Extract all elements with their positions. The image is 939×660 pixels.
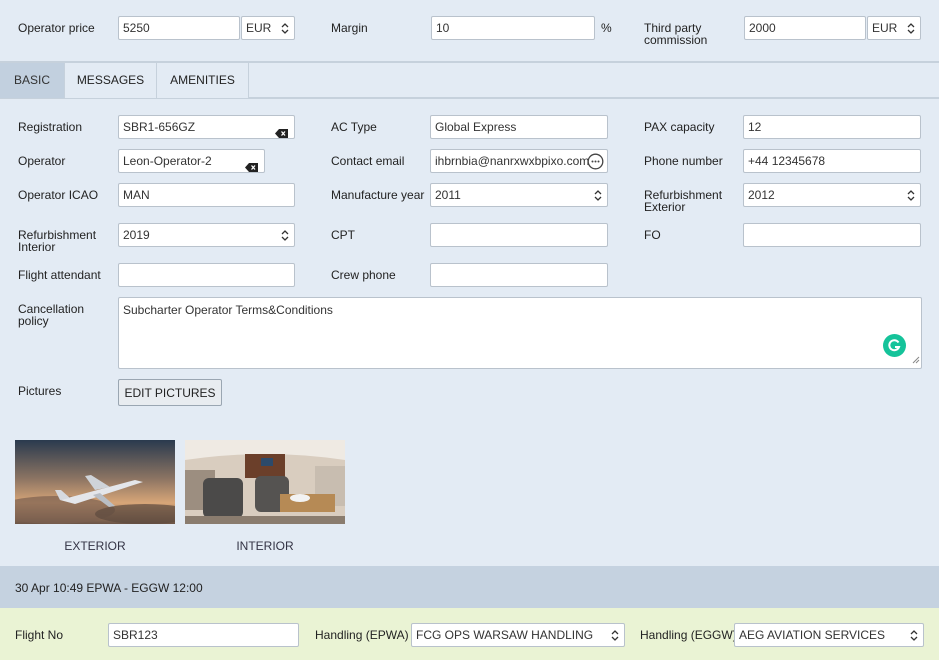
updown-arrows-icon (910, 629, 918, 642)
ac-type-input[interactable]: Global Express (430, 115, 608, 139)
flight-no-input[interactable]: SBR123 (108, 623, 299, 647)
updown-arrows-icon (281, 22, 289, 35)
refurb-interior-value: 2019 (123, 228, 150, 242)
phone-number-input[interactable]: +44 12345678 (743, 149, 921, 173)
flight-summary: 30 Apr 10:49 EPWA - EGGW 12:00 (15, 581, 203, 595)
refurb-interior-label-line2: Interior (18, 240, 56, 254)
edit-pictures-button[interactable]: EDIT PICTURES (118, 379, 222, 406)
handling-dep-value: FCG OPS WARSAW HANDLING (416, 628, 594, 642)
crew-phone-input[interactable] (430, 263, 608, 287)
updown-arrows-icon (281, 229, 289, 242)
pictures-label: Pictures (18, 384, 62, 398)
updown-arrows-icon (907, 22, 915, 35)
operator-currency-value: EUR (246, 21, 272, 35)
margin-unit: % (601, 21, 612, 35)
flight-no-label: Flight No (15, 628, 64, 642)
updown-arrows-icon (611, 629, 619, 642)
operator-currency-select[interactable]: EUR (241, 16, 295, 40)
contact-email-label: Contact email (331, 154, 405, 168)
clear-field-icon[interactable] (245, 157, 258, 172)
refurb-exterior-label-line2: Exterior (644, 200, 686, 214)
contact-email-input[interactable]: ihbrnbia@nanrxwxbpixo.com (430, 149, 608, 173)
third-party-commission-input[interactable]: 2000 (744, 16, 866, 40)
grammarly-icon[interactable] (883, 334, 906, 360)
pax-capacity-input[interactable]: 12 (743, 115, 921, 139)
operator-icao-input[interactable]: MAN (118, 183, 295, 207)
operator-input[interactable]: Leon-Operator-2 (118, 149, 265, 173)
manufacture-year-value: 2011 (435, 188, 461, 202)
refurb-interior-select[interactable]: 2019 (118, 223, 295, 247)
operator-icao-label: Operator ICAO (18, 188, 99, 202)
updown-arrows-icon (907, 189, 915, 202)
cabin-interior-photo-icon (185, 440, 345, 524)
third-party-currency-select[interactable]: EUR (867, 16, 921, 40)
registration-value: SBR1-656GZ (123, 120, 196, 134)
updown-arrows-icon (594, 189, 602, 202)
more-options-icon[interactable] (587, 153, 604, 172)
handling-arr-label: Handling (EGGW) (640, 628, 737, 642)
tab-basic[interactable]: BASIC (0, 63, 65, 98)
cancellation-label-line2: policy (18, 314, 49, 328)
margin-input[interactable]: 10 (431, 16, 595, 40)
handling-dep-select[interactable]: FCG OPS WARSAW HANDLING (411, 623, 625, 647)
flight-details-bar: Flight No SBR123 Handling (EPWA) FCG OPS… (0, 608, 939, 660)
third-party-label-line2: commission (644, 33, 708, 47)
refurb-exterior-select[interactable]: 2012 (743, 183, 921, 207)
manufacture-year-select[interactable]: 2011 (430, 183, 608, 207)
operator-price-label: Operator price (18, 21, 95, 35)
pax-capacity-label: PAX capacity (644, 120, 715, 134)
phone-number-label: Phone number (644, 154, 723, 168)
jet-exterior-photo-icon (15, 440, 175, 524)
flight-summary-bar: 30 Apr 10:49 EPWA - EGGW 12:00 (0, 566, 939, 608)
operator-price-input[interactable]: 5250 (118, 16, 240, 40)
handling-dep-label: Handling (EPWA) (315, 628, 409, 642)
fo-label: FO (644, 228, 661, 242)
exterior-picture-label: EXTERIOR (64, 539, 126, 553)
margin-label: Margin (331, 21, 368, 35)
interior-picture[interactable] (185, 440, 345, 524)
crew-phone-label: Crew phone (331, 268, 396, 282)
clear-field-icon[interactable] (275, 123, 288, 138)
third-party-currency-value: EUR (872, 21, 898, 35)
cpt-label: CPT (331, 228, 355, 242)
ac-type-label: AC Type (331, 120, 377, 134)
manufacture-year-label: Manufacture year (331, 188, 425, 202)
handling-arr-select[interactable]: AEG AVIATION SERVICES (734, 623, 924, 647)
operator-label: Operator (18, 154, 66, 168)
exterior-picture[interactable] (15, 440, 175, 524)
flight-attendant-label: Flight attendant (18, 268, 101, 282)
cancellation-policy-value: Subcharter Operator Terms&Conditions (123, 303, 333, 317)
resize-handle-icon[interactable] (912, 353, 920, 367)
operator-value: Leon-Operator-2 (123, 154, 212, 168)
flight-attendant-input[interactable] (118, 263, 295, 287)
cancellation-policy-textarea[interactable]: Subcharter Operator Terms&Conditions (118, 297, 922, 369)
tab-bar: BASIC MESSAGES AMENITIES (0, 63, 939, 99)
contact-email-value: ihbrnbia@nanrxwxbpixo.com (435, 154, 590, 168)
cpt-input[interactable] (430, 223, 608, 247)
registration-label: Registration (18, 120, 83, 134)
handling-arr-value: AEG AVIATION SERVICES (739, 628, 886, 642)
interior-picture-label: INTERIOR (236, 539, 294, 553)
registration-input[interactable]: SBR1-656GZ (118, 115, 295, 139)
tab-amenities[interactable]: AMENITIES (157, 63, 249, 98)
tab-messages[interactable]: MESSAGES (65, 63, 157, 98)
refurb-exterior-value: 2012 (748, 188, 775, 202)
fo-input[interactable] (743, 223, 921, 247)
